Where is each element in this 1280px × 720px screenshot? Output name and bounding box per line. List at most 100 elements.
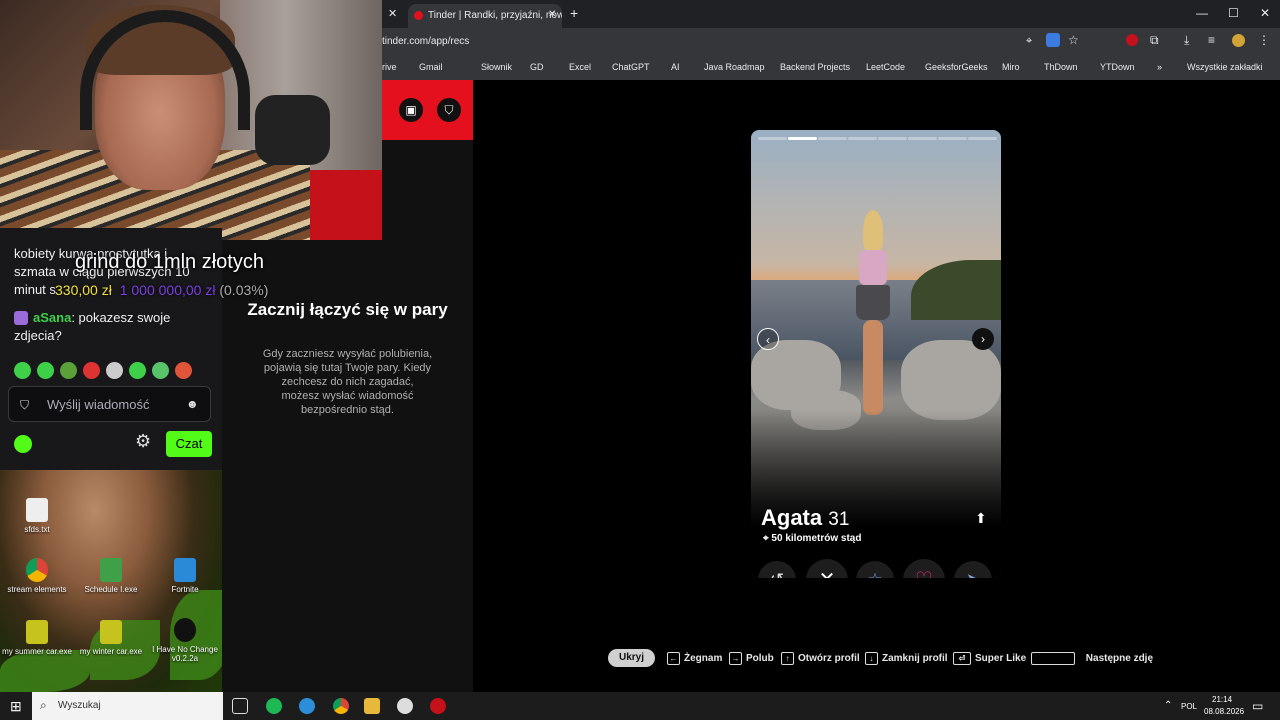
windows-start-icon[interactable]: ⊞ xyxy=(10,698,22,715)
new-tab-icon[interactable]: + xyxy=(570,5,578,21)
taskbar-search[interactable]: ⌕ Wyszukaj xyxy=(32,692,223,720)
bookmark-item[interactable]: rive xyxy=(382,62,397,72)
bookmark-item[interactable]: Gmail xyxy=(419,62,443,72)
bookmark-item[interactable]: GeeksforGeeks xyxy=(925,62,988,72)
obs-icon[interactable] xyxy=(430,698,446,714)
reading-list-icon[interactable]: ≡ xyxy=(1208,33,1215,47)
desktop-icon-game[interactable]: my winter car.exe xyxy=(74,620,148,656)
desktop-wallpaper: sfds.txt stream elements Schedule I.exe … xyxy=(0,470,222,692)
photo-progress-segment xyxy=(848,137,877,140)
bookmark-item[interactable]: Miro xyxy=(1002,62,1020,72)
download-icon[interactable]: ⤓ xyxy=(1184,33,1189,48)
user-badge-icon xyxy=(14,311,28,325)
bookmark-item[interactable]: Excel xyxy=(569,62,591,72)
bookmark-item[interactable]: ThDown xyxy=(1044,62,1078,72)
bookmark-item[interactable]: GD xyxy=(530,62,544,72)
chrome-icon[interactable] xyxy=(333,698,349,714)
extension-icon[interactable] xyxy=(1126,34,1138,46)
arrow-right-key-icon: → xyxy=(729,652,742,665)
briefcase-icon[interactable]: ▣ xyxy=(399,98,423,122)
next-photo-icon[interactable]: › xyxy=(972,328,994,350)
emote-icon[interactable] xyxy=(83,362,100,379)
location-icon[interactable]: ⌖ xyxy=(1026,35,1032,48)
edge-icon[interactable] xyxy=(299,698,315,714)
maximize-icon[interactable]: ☐ xyxy=(1228,6,1239,20)
tinder-favicon-icon xyxy=(414,11,423,20)
webcam-feed xyxy=(0,0,382,240)
enter-key-icon: ⏎ xyxy=(953,652,971,665)
location-pin-icon: ⌖ xyxy=(763,533,769,544)
bookmark-star-icon[interactable]: ☆ xyxy=(1068,33,1079,47)
bookmark-item[interactable]: Backend Projects xyxy=(780,62,850,72)
desktop-icon-file[interactable]: sfds.txt xyxy=(0,498,74,534)
profile-avatar[interactable] xyxy=(1232,34,1245,47)
emote-bar xyxy=(14,362,198,384)
task-view-icon[interactable] xyxy=(232,698,248,714)
profile-distance: ⌖ 50 kilometrów stąd xyxy=(763,533,862,544)
extension-active-icon[interactable] xyxy=(1046,33,1060,47)
chat-input[interactable]: Wyślij wiadomość xyxy=(8,386,211,422)
minimize-icon[interactable]: — xyxy=(1196,6,1208,20)
bookmark-item[interactable]: Słownik xyxy=(481,62,512,72)
previous-photo-icon[interactable]: ‹ xyxy=(757,328,779,350)
emote-icon[interactable] xyxy=(60,362,77,379)
bookmark-item[interactable]: LeetCode xyxy=(866,62,905,72)
all-bookmarks-folder[interactable]: Wszystkie zakładki xyxy=(1187,62,1263,72)
language-indicator[interactable]: POL xyxy=(1181,702,1197,711)
open-profile-arrow-icon[interactable]: ⬆ xyxy=(975,510,987,527)
app-icon[interactable] xyxy=(397,698,413,714)
empty-matches-title: Zacznij łączyć się w pary xyxy=(247,300,448,319)
goal-current: 330,00 zł xyxy=(55,282,112,298)
emote-icon[interactable] xyxy=(106,362,123,379)
photo-progress-segment xyxy=(938,137,967,140)
emote-icon[interactable] xyxy=(14,362,31,379)
keyboard-hints: Ukryj ← Żegnam → Polub ↑ Otwórz profil ↓ Zam… xyxy=(608,649,1153,667)
clock-date[interactable]: 08.08.2026 xyxy=(1204,707,1244,716)
bookmark-item[interactable]: AI xyxy=(671,62,680,72)
goal-target: 1 000 000,00 zł xyxy=(119,282,216,298)
chat-send-button[interactable]: Czat xyxy=(166,431,212,457)
kick-logo-icon[interactable] xyxy=(14,435,32,453)
desktop-icon-chrome[interactable]: stream elements xyxy=(0,558,74,594)
photo-progress-segment xyxy=(878,137,907,140)
emote-icon[interactable] xyxy=(129,362,146,379)
goal-percent: (0.03%) xyxy=(219,282,269,298)
shield-icon[interactable]: ⛉ xyxy=(20,398,29,413)
close-window-icon[interactable]: ✕ xyxy=(1260,6,1270,20)
photo-progress-segment xyxy=(968,137,997,140)
hide-hints-button[interactable]: Ukryj xyxy=(608,649,655,667)
bookmark-item[interactable]: Java Roadmap xyxy=(704,62,765,72)
notifications-icon[interactable]: ▭ xyxy=(1252,699,1263,713)
photo-progress-segment xyxy=(758,137,787,140)
desktop-icon-game[interactable]: Schedule I.exe xyxy=(74,558,148,594)
close-tab-icon[interactable]: ✕ xyxy=(548,9,556,20)
emoji-icon[interactable]: ☻ xyxy=(186,397,199,411)
bookmark-item[interactable]: ChatGPT xyxy=(612,62,650,72)
emote-icon[interactable] xyxy=(37,362,54,379)
profile-card[interactable]: ‹ › Agata 31 ⬆ ⌖ 50 kilometrów stąd ↺ ✕ … xyxy=(751,130,1001,578)
address-bar: ⌖ ☆ ⧉ ⤓ ≡ ⋮ xyxy=(382,28,1280,55)
tab-tinder[interactable]: Tinder | Randki, przyjaźni, nowe ✕ xyxy=(408,4,562,28)
emote-icon[interactable] xyxy=(175,362,192,379)
microphone-image xyxy=(255,95,330,165)
photo-progress-segment xyxy=(788,137,817,140)
settings-gear-icon[interactable]: ⚙ xyxy=(135,431,151,452)
file-explorer-icon[interactable] xyxy=(364,698,380,714)
bookmark-item[interactable]: YTDown xyxy=(1100,62,1135,72)
desktop-icon-unreal[interactable]: I Have No Change v0.2.2a xyxy=(148,618,222,663)
tray-chevron-icon[interactable]: ⌃ xyxy=(1164,700,1172,711)
url-input[interactable]: tinder.com/app/recs xyxy=(382,36,469,47)
space-key-icon xyxy=(1031,652,1075,665)
close-tab-icon[interactable]: ✕ xyxy=(388,7,397,20)
shield-icon[interactable]: ⛉ xyxy=(437,98,461,122)
more-bookmarks-icon[interactable]: » xyxy=(1157,62,1162,72)
emote-icon[interactable] xyxy=(152,362,169,379)
arrow-up-key-icon: ↑ xyxy=(781,652,794,665)
desktop-icon-game[interactable]: my summer car.exe xyxy=(0,620,74,656)
menu-kebab-icon[interactable]: ⋮ xyxy=(1258,33,1270,47)
spotify-icon[interactable] xyxy=(266,698,282,714)
clock-time[interactable]: 21:14 xyxy=(1212,695,1232,704)
tab-title: Tinder | Randki, przyjaźni, nowe xyxy=(428,10,562,21)
desktop-icon-fortnite[interactable]: Fortnite xyxy=(148,558,222,594)
extensions-puzzle-icon[interactable]: ⧉ xyxy=(1150,33,1159,48)
